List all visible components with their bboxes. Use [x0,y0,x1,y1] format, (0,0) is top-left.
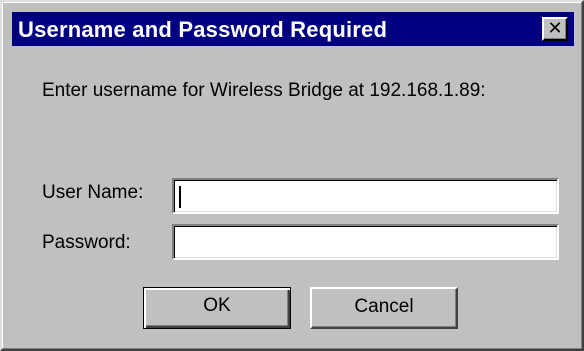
text-caret [179,186,181,208]
title-bar[interactable]: Username and Password Required ✕ [12,12,574,46]
login-dialog: Username and Password Required ✕ Enter u… [0,0,584,351]
close-icon: ✕ [547,18,563,39]
prompt-text: Enter username for Wireless Bridge at 19… [42,80,486,101]
username-field[interactable] [172,178,559,214]
username-label: User Name: [42,182,144,203]
window-title: Username and Password Required [18,17,388,42]
cancel-button[interactable]: Cancel [310,287,458,329]
password-label: Password: [42,232,131,253]
close-button[interactable]: ✕ [542,17,568,41]
ok-button[interactable]: OK [143,287,291,329]
password-field[interactable] [172,224,559,260]
